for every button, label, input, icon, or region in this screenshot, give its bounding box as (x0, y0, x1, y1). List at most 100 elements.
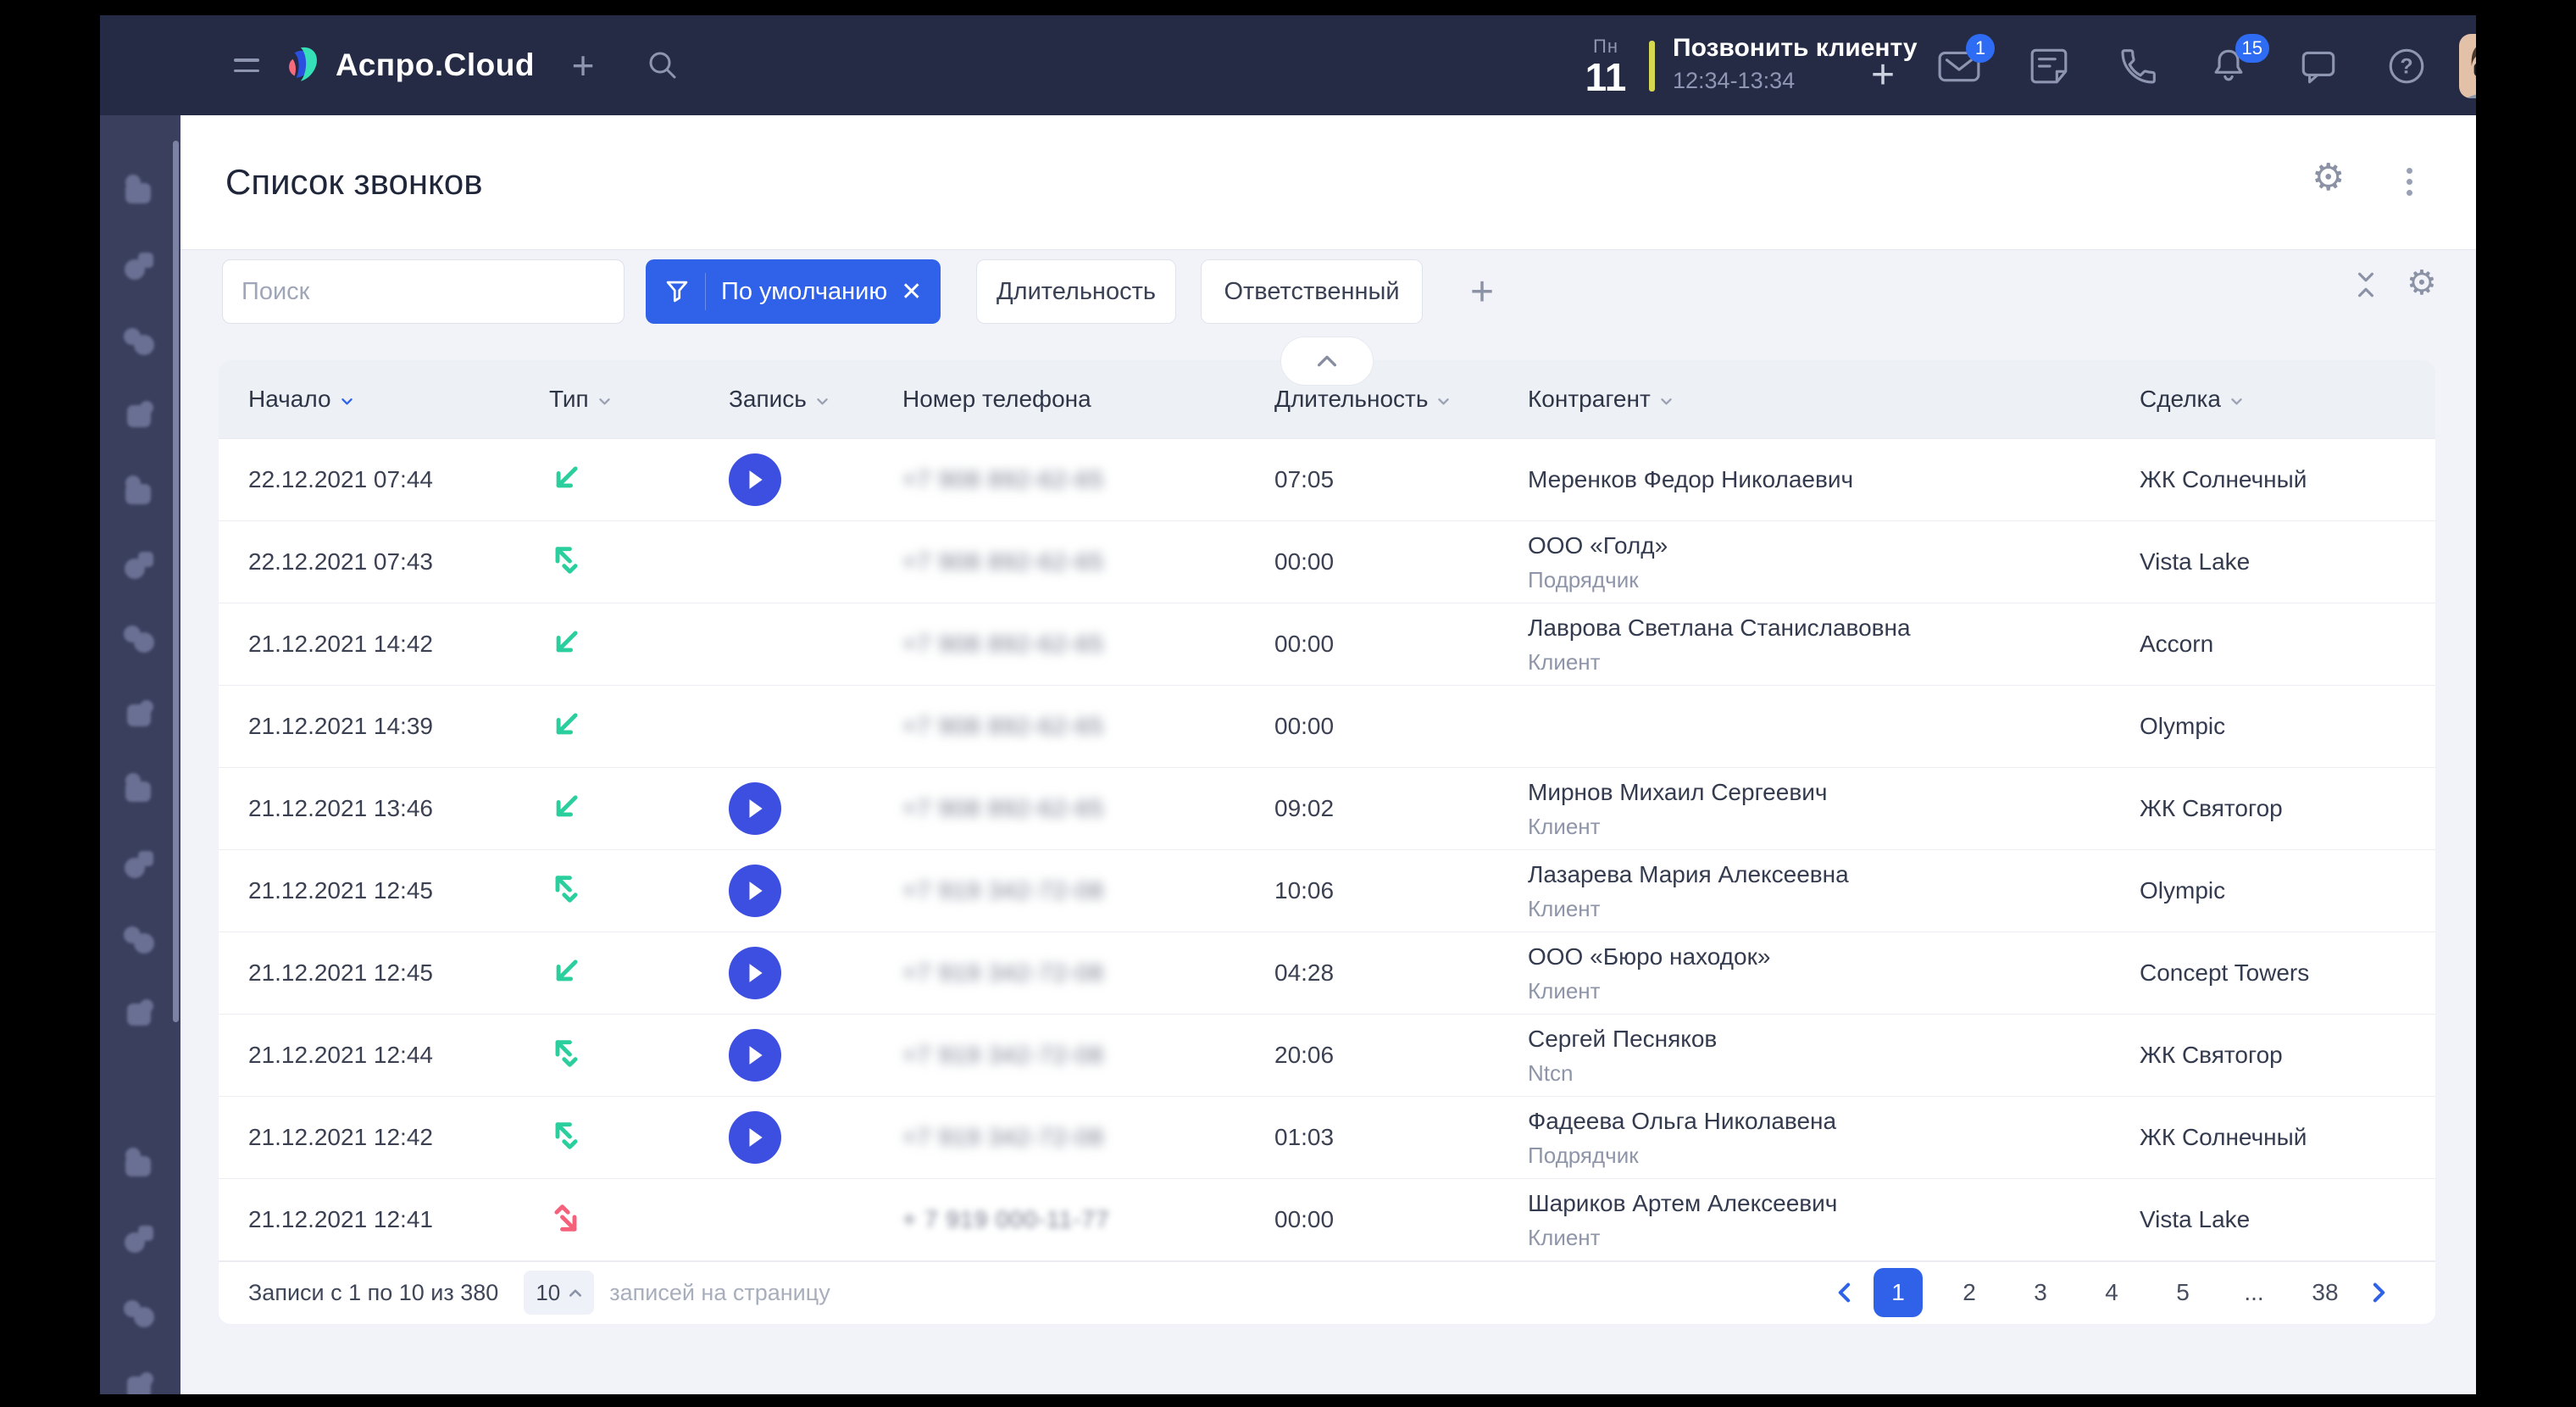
contragent-name[interactable]: Шариков Артем Алексеевич (1528, 1188, 2127, 1219)
sidebar-item-module-3-icon[interactable] (120, 322, 159, 361)
contragent-name[interactable]: Мирнов Михаил Сергеевич (1528, 777, 2127, 808)
next-page-chevron-icon[interactable] (2361, 1268, 2395, 1317)
sidebar-item-module-7-icon[interactable] (120, 620, 159, 659)
mail-icon[interactable]: 1 (1937, 44, 1981, 88)
global-search-icon[interactable] (642, 46, 683, 85)
play-record-button[interactable] (729, 453, 781, 506)
deal-name[interactable]: Vista Lake (2127, 1206, 2435, 1233)
column-header-3[interactable]: Запись (703, 386, 898, 413)
call-row-4[interactable]: 21.12.2021 14:39+7 908 892-62-6500:00Oly… (219, 686, 2435, 768)
column-header-5[interactable]: Длительность (1254, 386, 1517, 413)
contragent-name[interactable]: Меренков Федор Николаевич (1528, 464, 2127, 495)
deal-name[interactable]: Olympic (2127, 713, 2435, 740)
phone-icon[interactable] (2117, 44, 2161, 88)
sidebar-scrollbar[interactable] (173, 141, 179, 1022)
chat-icon[interactable] (2296, 44, 2340, 88)
call-type-outgoing-icon (542, 543, 703, 581)
create-new-button[interactable]: + (563, 46, 603, 85)
call-row-1[interactable]: 22.12.2021 07:44+7 908 892-62-6507:05Мер… (219, 439, 2435, 521)
remove-filter-icon[interactable]: ✕ (901, 277, 922, 307)
menu-toggle-icon[interactable] (227, 46, 266, 85)
app-window: Аспро.Cloud + Пн 11 Позвонить клиенту 12… (100, 15, 2476, 1394)
column-header-7[interactable]: Сделка (2127, 386, 2435, 413)
search-input[interactable] (222, 259, 625, 324)
filter-duration-button[interactable]: Длительность (976, 259, 1176, 324)
deal-name[interactable]: Concept Towers (2127, 959, 2435, 987)
sidebar-item-module-8-icon[interactable] (120, 696, 159, 735)
sidebar-item-module-14-icon[interactable] (120, 1220, 159, 1259)
sidebar-item-module-15-icon[interactable] (120, 1294, 159, 1333)
page-button-1[interactable]: 1 (1874, 1268, 1923, 1317)
per-page-select[interactable]: 10 (524, 1271, 594, 1315)
call-start: 21.12.2021 13:46 (219, 795, 542, 822)
page-button-4[interactable]: 4 (2087, 1268, 2136, 1317)
contragent-name[interactable]: ООО «Бюро находок» (1528, 942, 2127, 972)
user-avatar[interactable] (2459, 34, 2476, 98)
sidebar-item-module-12-icon[interactable] (120, 995, 159, 1034)
sidebar-item-module-10-icon[interactable] (120, 845, 159, 884)
play-record-button[interactable] (729, 782, 781, 835)
help-icon[interactable]: ? (2384, 44, 2429, 88)
play-record-button[interactable] (729, 1111, 781, 1164)
sidebar-item-module-16-icon[interactable] (120, 1368, 159, 1394)
page-button-2[interactable]: 2 (1945, 1268, 1994, 1317)
page-button-38[interactable]: 38 (2301, 1268, 2350, 1317)
phone-number: +7 919 342-72-08 (898, 877, 1254, 904)
deal-name[interactable]: Vista Lake (2127, 548, 2435, 576)
notes-icon[interactable] (2027, 44, 2071, 88)
sidebar-item-module-4-icon[interactable] (120, 397, 159, 436)
filter-responsible-button[interactable]: Ответственный (1201, 259, 1423, 324)
deal-name[interactable]: Accorn (2127, 631, 2435, 658)
deal-name[interactable]: ЖК Солнечный (2127, 1124, 2435, 1151)
notifications-bell-icon[interactable]: 15 (2207, 44, 2251, 88)
sidebar-item-module-1-icon[interactable] (120, 171, 159, 210)
column-header-2[interactable]: Тип (542, 386, 703, 413)
page-more-menu-icon[interactable] (2392, 163, 2426, 200)
add-filter-button[interactable]: + (1462, 266, 1502, 317)
contragent: Мирнов Михаил СергеевичКлиент (1517, 777, 2127, 840)
page-settings-gear-icon[interactable]: ⚙ (2312, 159, 2345, 197)
active-filter-chip[interactable]: По умолчанию ✕ (646, 259, 941, 324)
contragent-name[interactable]: Фадеева Ольга Николавена (1528, 1106, 2127, 1137)
call-row-10[interactable]: 21.12.2021 12:41+ 7 919 000-11-7700:00Ша… (219, 1179, 2435, 1261)
phone-number: +7 908 892-62-65 (898, 795, 1254, 822)
page-numbers: 12345...38 (1829, 1268, 2435, 1317)
column-header-6[interactable]: Контрагент (1517, 386, 2127, 413)
page-button-5[interactable]: 5 (2158, 1268, 2207, 1317)
deal-name[interactable]: Olympic (2127, 877, 2435, 904)
call-row-7[interactable]: 21.12.2021 12:45+7 919 342-72-0804:28ООО… (219, 932, 2435, 1015)
contragent-name[interactable]: Лаврова Светлана Станиславовна (1528, 613, 2127, 643)
call-row-9[interactable]: 21.12.2021 12:42+7 919 342-72-0801:03Фад… (219, 1097, 2435, 1179)
prev-page-chevron-icon[interactable] (1829, 1268, 1863, 1317)
deal-name[interactable]: ЖК Святогор (2127, 795, 2435, 822)
page-button-3[interactable]: 3 (2016, 1268, 2065, 1317)
sidebar-item-module-2-icon[interactable] (120, 247, 159, 286)
add-event-button[interactable]: + (1864, 56, 1901, 93)
play-record-button[interactable] (729, 865, 781, 917)
deal-name[interactable]: ЖК Святогор (2127, 1042, 2435, 1069)
mail-badge: 1 (1966, 34, 1995, 63)
sidebar-item-module-6-icon[interactable] (120, 546, 159, 585)
table-settings-gear-icon[interactable]: ⚙ (2407, 266, 2437, 300)
call-row-8[interactable]: 21.12.2021 12:44+7 919 342-72-0820:06Сер… (219, 1015, 2435, 1097)
collapse-panel-button[interactable] (1280, 336, 1374, 386)
call-row-2[interactable]: 22.12.2021 07:43+7 908 892-62-6500:00ООО… (219, 521, 2435, 603)
call-row-6[interactable]: 21.12.2021 12:45+7 919 342-72-0810:06Лаз… (219, 850, 2435, 932)
sidebar-item-module-13-icon[interactable] (120, 1144, 159, 1183)
column-header-4[interactable]: Номер телефона (898, 386, 1254, 413)
app-logo[interactable]: Аспро.Cloud (281, 41, 535, 90)
contragent-name[interactable]: Сергей Песняков (1528, 1024, 2127, 1054)
sidebar-item-module-11-icon[interactable] (120, 920, 159, 959)
play-record-button[interactable] (729, 1029, 781, 1082)
call-row-3[interactable]: 21.12.2021 14:42+7 908 892-62-6500:00Лав… (219, 603, 2435, 686)
sidebar-item-module-5-icon[interactable] (120, 472, 159, 511)
contragent-name[interactable]: ООО «Голд» (1528, 531, 2127, 561)
column-header-1[interactable]: Начало (219, 386, 542, 413)
deal-name[interactable]: ЖК Солнечный (2127, 466, 2435, 493)
calendar-date[interactable]: Пн 11 (1576, 32, 1635, 100)
contragent-name[interactable]: Лазарева Мария Алексеевна (1528, 859, 2127, 890)
play-record-button[interactable] (729, 947, 781, 999)
collapse-filters-icon[interactable] (2351, 270, 2381, 304)
call-row-5[interactable]: 21.12.2021 13:46+7 908 892-62-6509:02Мир… (219, 768, 2435, 850)
sidebar-item-module-9-icon[interactable] (120, 770, 159, 809)
